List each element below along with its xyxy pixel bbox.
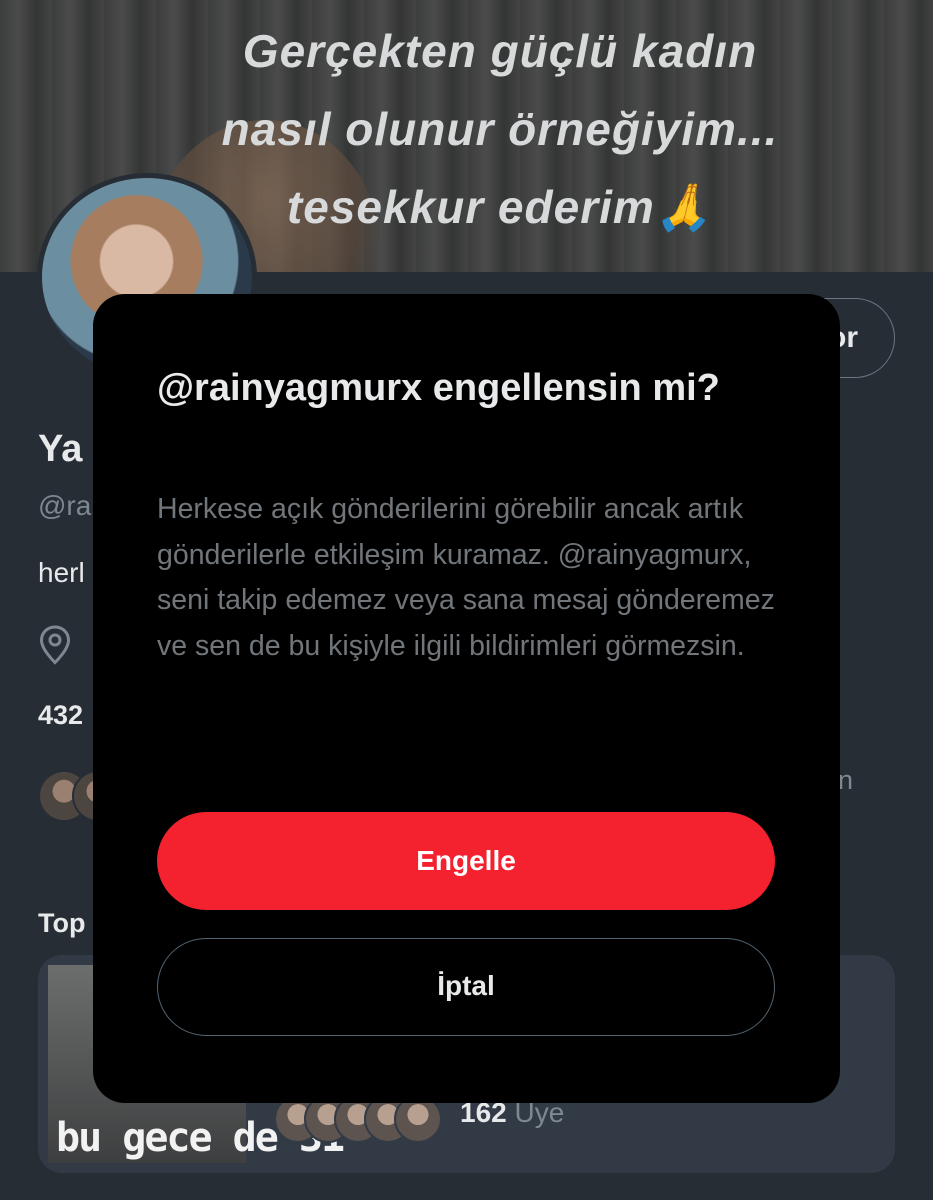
followers-text: n [838, 765, 854, 795]
dialog-body: Herkese açık gönderilerini görebilir anc… [157, 493, 775, 662]
block-button[interactable]: Engelle [157, 812, 775, 910]
profile-name: Ya [38, 428, 83, 470]
banner-line-1: Gerçekten güçlü kadın [242, 25, 758, 77]
profile-bio: herl [38, 557, 85, 588]
cancel-button[interactable]: İptal [157, 938, 775, 1036]
section-heading: Top [38, 908, 86, 938]
following-count[interactable]: 432 [38, 700, 83, 731]
block-dialog: @rainyagmurx engellensin mi? Herkese açı… [93, 294, 840, 1103]
banner-line-2: nasıl olunur örneğiyim... [221, 103, 779, 155]
profile-handle: @ra [38, 490, 92, 521]
dialog-title: @rainyagmurx engellensin mi? [157, 367, 720, 409]
location-icon [38, 625, 72, 665]
